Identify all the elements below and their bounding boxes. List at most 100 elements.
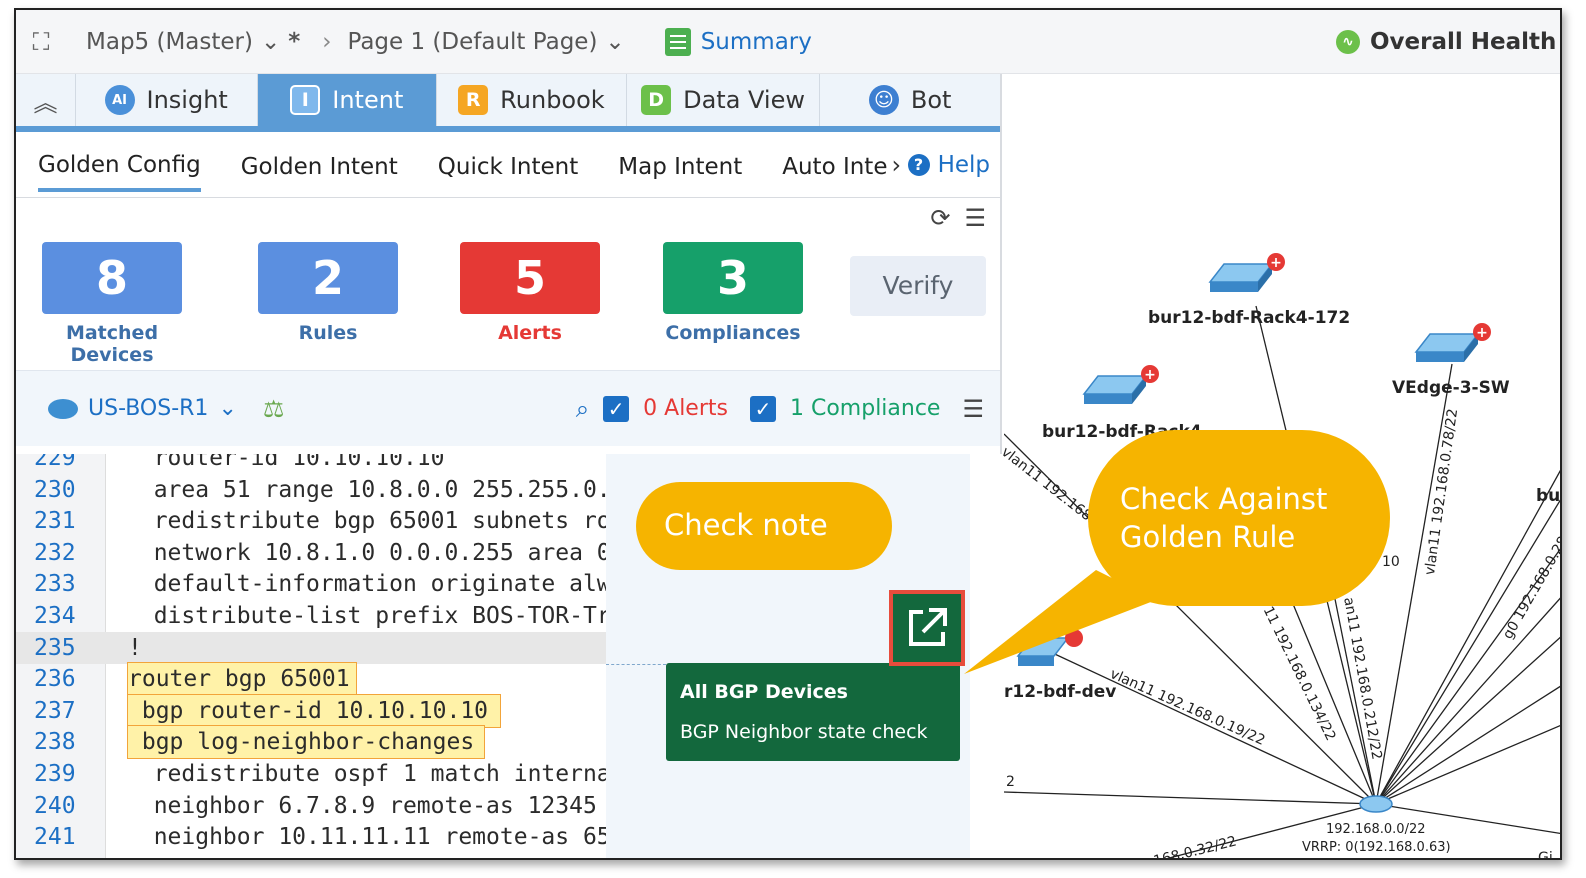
code-text: bgp router-id 10.10.10.10	[127, 693, 501, 728]
tab-label: Intent	[332, 86, 404, 114]
node-vedge-label[interactable]: VEdge-3-SW	[1392, 378, 1510, 398]
code-text: default-information originate always	[126, 571, 606, 598]
node-bdf-dev-label[interactable]: r12-bdf-dev	[1004, 682, 1116, 702]
edge-label: 2	[1006, 774, 1015, 790]
open-rule-button[interactable]	[889, 590, 965, 666]
health-label: Overall Health V	[1370, 28, 1562, 55]
rules-stat[interactable]: 2 Rules	[258, 242, 398, 344]
line-number: 231	[34, 508, 76, 535]
line-number: 234	[34, 603, 76, 629]
fullscreen-icon[interactable]: ⛶	[16, 28, 66, 56]
annotation-connector	[606, 664, 666, 665]
alerts-stat[interactable]: 5 Alerts	[460, 242, 600, 344]
page-selector[interactable]: Page 1 (Default Page) ⌄	[348, 29, 625, 55]
check-note-callout: Check note	[664, 508, 828, 542]
line-number: 238	[34, 729, 76, 756]
bot-icon: ☺	[868, 85, 899, 115]
subtab-golden-config[interactable]: Golden Config	[38, 138, 201, 192]
line-number: 233	[34, 571, 76, 598]
compliances-label: Compliances	[665, 322, 801, 344]
subtab-golden-intent[interactable]: Golden Intent	[241, 140, 398, 190]
bgp-rule-card[interactable]: All BGP Devices BGP Neighbor state check	[666, 663, 960, 761]
node-rack4-label[interactable]: bur12-bdf-Rack4	[1042, 422, 1202, 442]
open-external-icon	[909, 608, 947, 646]
page-name: Page 1 (Default Page)	[347, 28, 598, 55]
tab-bot[interactable]: ☺ Bot	[820, 74, 1000, 126]
overall-health-button[interactable]: ∿ Overall Health V	[1336, 28, 1562, 55]
compare-scale-icon[interactable]: ⚖	[263, 395, 285, 423]
tab-intent[interactable]: I Intent	[257, 74, 438, 126]
alerts-label: Alerts	[498, 322, 562, 344]
hub-vrrp-label: VRRP: 0(192.168.0.63)	[1302, 840, 1451, 855]
data-view-icon: D	[641, 85, 672, 115]
menu-icon[interactable]: ☰	[964, 204, 986, 232]
subtab-auto-intent[interactable]: Auto Inte	[782, 140, 887, 190]
verify-button[interactable]: Verify	[850, 256, 986, 316]
tab-label: Insight	[146, 86, 228, 114]
compliance-checkbox[interactable]: ✓	[749, 395, 776, 422]
subtab-quick-intent[interactable]: Quick Intent	[438, 140, 578, 190]
panel-tabs: ︽ AI Insight I Intent R Runbook D Data V…	[16, 74, 1000, 132]
chevron-down-icon: ⌄	[260, 28, 281, 55]
matched-devices-count: 8	[42, 242, 182, 314]
list-icon[interactable]: ☰	[962, 395, 984, 423]
stats-area: ⟳ ☰ 8 Matched Devices 2 Rules 5 Alerts 3…	[16, 198, 1000, 370]
collapse-panel-button[interactable]: ︽	[16, 74, 76, 126]
golden-rule-callout-line2: Golden Rule	[1120, 520, 1296, 554]
intent-subtabs: Golden Config Golden Intent Quick Intent…	[16, 132, 1000, 198]
code-text: router bgp 65001	[127, 662, 357, 697]
summary-button[interactable]: Summary	[664, 27, 812, 56]
line-number: 235	[34, 634, 76, 661]
compliances-stat[interactable]: 3 Compliances	[663, 242, 803, 344]
line-number: 229	[34, 454, 76, 471]
refresh-icon[interactable]: ⟳	[930, 204, 950, 232]
code-text: redistribute bgp 65001 subnets route-map	[153, 508, 606, 535]
bgp-card-title: All BGP Devices	[680, 681, 848, 703]
rules-label: Rules	[298, 322, 358, 344]
svg-text:+: +	[1144, 367, 1156, 383]
config-viewer[interactable]: 229 router-id 10.10.10.10 230 area 51 ran…	[16, 454, 1002, 858]
help-label: Help	[937, 151, 990, 178]
ai-robot-icon: AI	[104, 85, 135, 115]
code-text: area 51 range 10.8.0.0 255.255.0.0	[126, 476, 606, 503]
tab-label: Runbook	[500, 86, 605, 114]
help-link[interactable]: ? Help	[907, 151, 990, 178]
tab-label: Bot	[910, 86, 952, 114]
chevron-right-icon: ›	[322, 28, 332, 55]
device-name: US-BOS-R1	[88, 396, 209, 421]
summary-icon	[664, 27, 691, 56]
hub-subnet-label: 192.168.0.0/22	[1326, 822, 1426, 837]
double-chevron-up-icon: ︽	[33, 88, 58, 117]
chevron-down-icon: ⌄	[605, 28, 625, 55]
tab-label: Data View	[683, 86, 805, 114]
chevron-right-icon[interactable]: ›	[891, 151, 901, 179]
help-icon: ?	[907, 153, 930, 176]
node-rack4-172-label[interactable]: bur12-bdf-Rack4-172	[1148, 308, 1350, 328]
summary-label: Summary	[700, 28, 812, 55]
map-name: Map5 (Master)	[86, 28, 253, 55]
subtab-map-intent[interactable]: Map Intent	[618, 140, 742, 190]
map-links: + + +	[1004, 253, 1560, 858]
device-selector[interactable]: US-BOS-R1 ⌄	[48, 396, 237, 421]
compliance-filter-label: 1 Compliance	[789, 396, 941, 421]
line-number: 240	[34, 792, 76, 819]
tab-runbook[interactable]: R Runbook	[437, 74, 627, 126]
golden-rule-callout-line1: Check Against	[1120, 482, 1328, 516]
map-selector[interactable]: Map5 (Master) ⌄ *	[86, 29, 300, 55]
intent-icon: I	[290, 85, 321, 115]
search-icon[interactable]: ⌕	[576, 395, 589, 423]
unsaved-mark: *	[288, 28, 301, 55]
tab-insight[interactable]: AI Insight	[76, 74, 258, 126]
rules-count: 2	[258, 242, 398, 314]
edge-label: Gi	[1538, 850, 1553, 860]
node-bu-label[interactable]: bu	[1536, 486, 1560, 506]
matched-devices-stat[interactable]: 8 Matched Devices	[42, 242, 182, 366]
alerts-checkbox[interactable]: ✓	[603, 395, 630, 422]
tab-data-view[interactable]: D Data View	[627, 74, 821, 126]
compliances-count: 3	[663, 242, 803, 314]
line-number: 232	[34, 539, 76, 566]
svg-text:+: +	[1476, 325, 1488, 341]
top-bar: ⛶ Map5 (Master) ⌄ * › Page 1 (Default Pa…	[16, 10, 1560, 74]
network-map[interactable]: + + + bur12-bdf-Rack4-172 VEdge-3-SW bur…	[998, 74, 1560, 860]
code-line: 235!	[16, 631, 606, 664]
